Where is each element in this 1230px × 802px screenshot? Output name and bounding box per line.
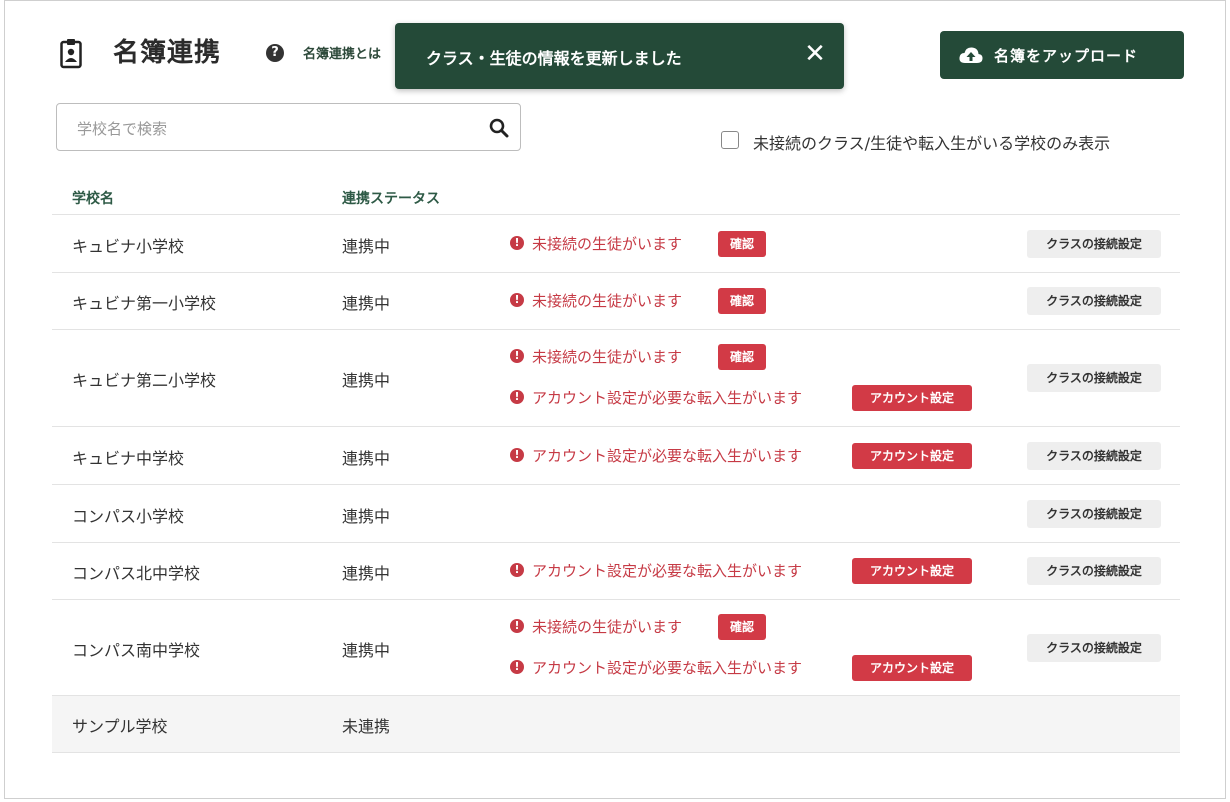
link-status: 連携中: [342, 641, 391, 660]
upload-roster-label: 名簿をアップロード: [994, 47, 1139, 65]
class-connection-settings-button[interactable]: クラスの接続設定: [1027, 230, 1161, 258]
table-row: キュビナ第一小学校 連携中! 未接続の生徒がいます 確認 クラスの接続設定: [52, 272, 1180, 330]
table-row: キュビナ第二小学校 連携中! 未接続の生徒がいます 確認! アカウント設定が必要な転入生…: [52, 330, 1180, 427]
school-search-input[interactable]: [75, 116, 479, 142]
confirm-button[interactable]: 確認: [718, 614, 766, 640]
school-name: キュビナ中学校: [72, 449, 185, 468]
class-connection-settings-button[interactable]: クラスの接続設定: [1027, 634, 1161, 662]
table-row: コンパス北中学校 連携中! アカウント設定が必要な転入生がいます アカウント設定 クラス…: [52, 543, 1180, 600]
column-header-school: 学校名: [72, 191, 114, 207]
unconnected-filter-label: 未接続のクラス/生徒や転入生がいる学校のみ表示: [753, 134, 1111, 153]
alert-text: 未接続の生徒がいます: [532, 348, 683, 366]
class-connection-settings-button[interactable]: クラスの接続設定: [1027, 500, 1161, 528]
table-row: キュビナ小学校 連携中! 未接続の生徒がいます 確認 クラスの接続設定: [52, 214, 1180, 273]
link-status: 連携中: [342, 507, 391, 526]
link-status: 未連携: [342, 717, 391, 736]
alert-text: アカウント設定が必要な転入生がいます: [532, 562, 803, 580]
close-icon[interactable]: ✕: [800, 39, 830, 69]
exclamation-icon: !: [510, 349, 524, 363]
page-title: 名簿連携: [113, 38, 222, 68]
account-setup-button[interactable]: アカウント設定: [852, 385, 972, 411]
school-name: コンパス小学校: [72, 507, 185, 526]
cloud-upload-icon: [959, 47, 983, 63]
school-name: サンプル学校: [72, 717, 168, 736]
account-setup-button[interactable]: アカウント設定: [852, 443, 972, 469]
exclamation-icon: !: [510, 563, 524, 577]
alert-text: アカウント設定が必要な転入生がいます: [532, 389, 803, 407]
search-icon[interactable]: [489, 118, 509, 138]
school-name: コンパス北中学校: [72, 564, 201, 583]
school-search-field[interactable]: [56, 103, 521, 151]
unconnected-filter-checkbox[interactable]: [721, 131, 739, 149]
confirm-button[interactable]: 確認: [718, 344, 766, 370]
class-connection-settings-button[interactable]: クラスの接続設定: [1027, 557, 1161, 585]
link-status: 連携中: [342, 237, 391, 256]
school-name: コンパス南中学校: [72, 641, 201, 660]
alert-text: アカウント設定が必要な転入生がいます: [532, 447, 803, 465]
confirm-button[interactable]: 確認: [718, 231, 766, 257]
page-frame: 名簿連携 ? 名簿連携とは 名簿をアップロード 未接続のクラス/生徒や転入生がい…: [4, 0, 1226, 799]
help-link[interactable]: 名簿連携とは: [303, 43, 398, 62]
exclamation-icon: !: [510, 448, 524, 462]
success-toast: クラス・生徒の情報を更新しました ✕: [395, 23, 844, 89]
exclamation-icon: !: [510, 390, 524, 404]
table-row: サンプル学校 未連携: [52, 696, 1180, 753]
account-setup-button[interactable]: アカウント設定: [852, 655, 972, 681]
school-name: キュビナ第二小学校: [72, 371, 217, 390]
alert-text: 未接続の生徒がいます: [532, 618, 683, 636]
table-row: キュビナ中学校 連携中! アカウント設定が必要な転入生がいます アカウント設定 クラスの…: [52, 427, 1180, 485]
confirm-button[interactable]: 確認: [718, 288, 766, 314]
table-row: コンパス南中学校 連携中! 未接続の生徒がいます 確認! アカウント設定が必要な転入生が…: [52, 600, 1180, 696]
exclamation-icon: !: [510, 619, 524, 633]
school-name: キュビナ第一小学校: [72, 294, 217, 313]
school-name: キュビナ小学校: [72, 237, 185, 256]
exclamation-icon: !: [510, 293, 524, 307]
class-connection-settings-button[interactable]: クラスの接続設定: [1027, 364, 1161, 392]
class-connection-settings-button[interactable]: クラスの接続設定: [1027, 287, 1161, 315]
table-row: コンパス小学校 連携中 クラスの接続設定: [52, 485, 1180, 543]
column-header-status: 連携ステータス: [342, 191, 440, 207]
alert-text: 未接続の生徒がいます: [532, 292, 683, 310]
toast-message: クラス・生徒の情報を更新しました: [426, 49, 682, 68]
class-connection-settings-button[interactable]: クラスの接続設定: [1027, 442, 1161, 470]
link-status: 連携中: [342, 449, 391, 468]
help-icon[interactable]: ?: [266, 44, 284, 62]
link-status: 連携中: [342, 294, 391, 313]
alert-text: アカウント設定が必要な転入生がいます: [532, 659, 803, 677]
exclamation-icon: !: [510, 660, 524, 674]
link-status: 連携中: [342, 371, 391, 390]
alert-text: 未接続の生徒がいます: [532, 235, 683, 253]
exclamation-icon: !: [510, 236, 524, 250]
id-badge-icon: [60, 39, 82, 69]
account-setup-button[interactable]: アカウント設定: [852, 558, 972, 584]
upload-roster-button[interactable]: 名簿をアップロード: [940, 31, 1184, 79]
link-status: 連携中: [342, 564, 391, 583]
